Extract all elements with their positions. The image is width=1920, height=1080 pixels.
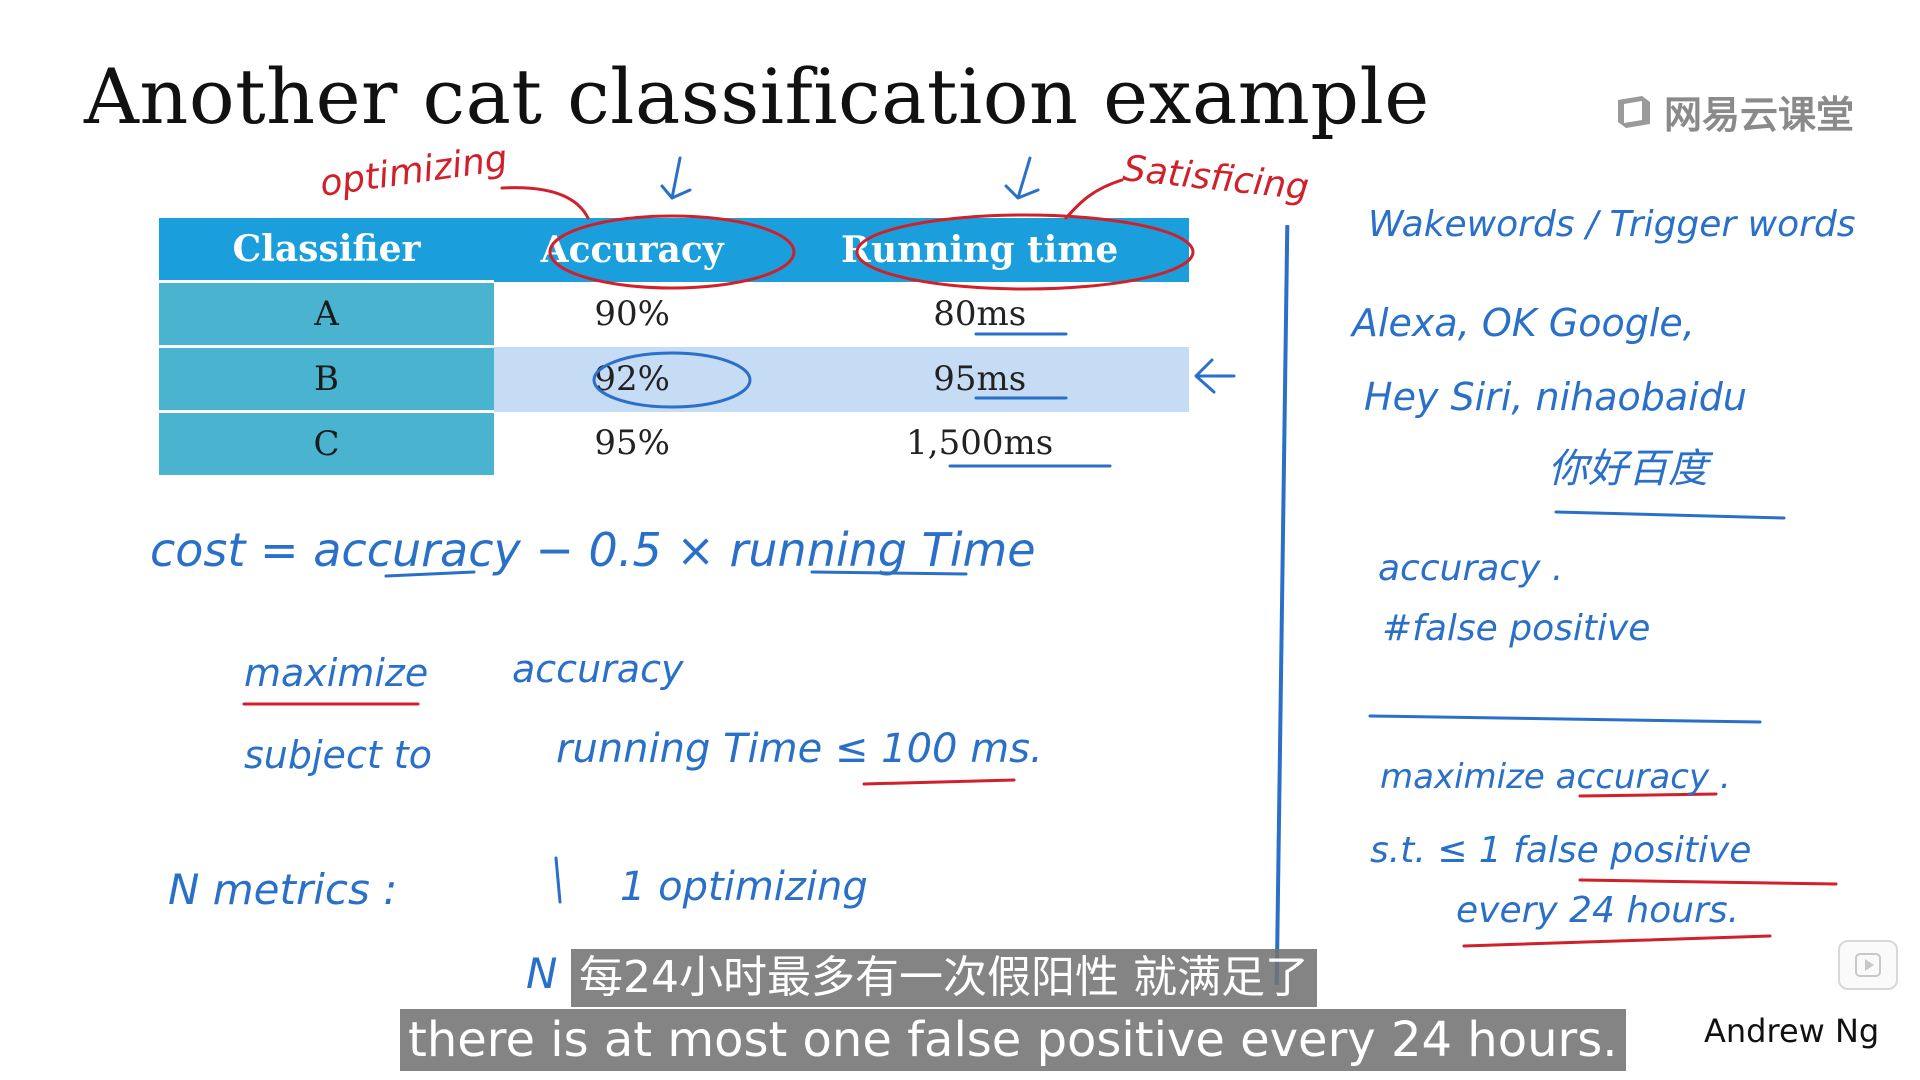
table-row-selected: B 92% 95ms — [159, 345, 1189, 412]
cell-classifier: B — [159, 345, 494, 412]
watermark-text: 网易云课堂 — [1664, 93, 1855, 137]
satisficing-connector — [1064, 178, 1124, 220]
underline-false-positive — [1578, 878, 1838, 886]
author-name: Andrew Ng — [1704, 1012, 1880, 1050]
cost-formula: cost = accuracy − 0.5 × running Time — [150, 523, 1036, 577]
optimizing-connector — [500, 186, 590, 220]
optimizing-label: optimizing — [318, 138, 511, 205]
running-time-constraint: running Time ≤ 100 ms. — [556, 726, 1043, 772]
row-b-arrow — [1194, 358, 1236, 394]
underline-baidu — [1554, 510, 1786, 520]
accuracy-note: accuracy . — [1378, 548, 1563, 589]
cell-accuracy: 95% — [594, 423, 670, 464]
classifier-table: Classifier Accuracy Running time A 90% 8… — [159, 218, 1189, 475]
col-header-accuracy: Accuracy — [494, 218, 771, 282]
cell-running-time: 1,500ms — [906, 423, 1054, 464]
examples-line-2: Hey Siri, nihaobaidu — [1364, 375, 1747, 419]
examples-line-3: 你好百度 — [1548, 446, 1714, 492]
netease-logo-icon — [1618, 95, 1650, 128]
slide-title: Another cat classification example — [84, 52, 1430, 141]
cell-classifier: A — [159, 280, 494, 347]
cell-running-time: 95ms — [770, 346, 1189, 412]
maximize-text: maximize — [244, 651, 428, 695]
running-time-check-mark — [1004, 156, 1040, 200]
one-stroke — [554, 856, 562, 904]
n-metrics-text: N metrics : — [168, 865, 397, 914]
underline-accuracy — [384, 570, 476, 578]
cell-accuracy: 90% — [594, 294, 670, 334]
st-line: s.t. ≤ 1 false positive — [1370, 830, 1751, 871]
play-icon — [1855, 953, 1881, 977]
examples-line-1: Alexa, OK Google, — [1349, 301, 1695, 345]
watermark: 网易云课堂 — [1614, 84, 1854, 139]
cell-accuracy: 92% — [494, 346, 771, 412]
accuracy-check-mark — [660, 156, 692, 200]
table-row: C 95% 1,500ms — [159, 410, 1189, 475]
right-section-divider — [1368, 714, 1762, 724]
cell-running-time: 80ms — [933, 294, 1027, 334]
handwriting-overlay: optimizing Satisficing cost = accuracy −… — [150, 138, 1856, 998]
every-line: every 24 hours. — [1456, 890, 1739, 931]
col-header-running-time: Running time — [770, 218, 1189, 282]
table-header-row: Classifier Accuracy Running time — [159, 218, 1189, 282]
subtitle-english: there is at most one false positive ever… — [400, 1009, 1626, 1071]
underline-running-time — [810, 570, 968, 576]
wakewords-text: Wakewords / Trigger words — [1368, 204, 1856, 245]
underline-accuracy-right — [1578, 792, 1718, 798]
underline-every-24-hours — [1462, 934, 1772, 948]
one-optimizing-text: 1 optimizing — [620, 864, 868, 910]
table-row: A 90% 80ms — [159, 280, 1189, 347]
false-positive-text: #false positive — [1382, 608, 1650, 649]
col-header-classifier: Classifier — [159, 218, 494, 282]
underline-100ms — [862, 778, 1016, 786]
subject-to-text: subject to — [244, 733, 432, 777]
vertical-divider — [1274, 225, 1290, 985]
play-button[interactable] — [1838, 940, 1898, 990]
subtitle-chinese: 每24小时最多有一次假阳性 就满足了 — [571, 949, 1317, 1007]
maximize-accuracy-right: maximize accuracy . — [1380, 757, 1731, 797]
n-minus-one-text: N — [526, 949, 557, 998]
satisficing-label: Satisficing — [1121, 148, 1311, 208]
cell-classifier: C — [159, 410, 494, 475]
accuracy-text: accuracy — [512, 647, 684, 691]
